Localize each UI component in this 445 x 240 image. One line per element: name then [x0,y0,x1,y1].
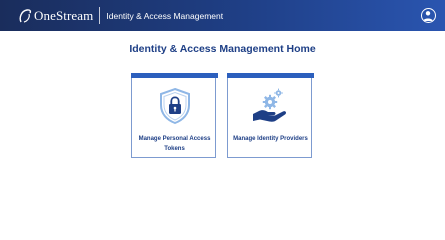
user-account-button[interactable] [421,8,436,23]
card-accent-bar [227,73,314,78]
app-title: Identity & Access Management [106,10,224,21]
page-title: Identity & Access Management Home [129,43,316,55]
brand-divider [99,7,101,24]
manage-personal-access-tokens-card[interactable]: Manage Personal Access Tokens [131,73,218,158]
hand-gears-icon [252,88,286,122]
card-accent-bar [131,73,218,78]
card-label: Manage Identity Providers [233,136,308,142]
card-label: Manage Personal Access Tokens [138,136,211,152]
brand: OneStream Identity & Access Management [18,0,223,31]
card-icon-wrap [228,87,313,125]
user-circle-icon [423,11,433,21]
brand-name: OneStream [34,7,94,23]
manage-identity-providers-card[interactable]: Manage Identity Providers [227,73,314,158]
onestream-logo-icon [19,8,32,23]
card-icon-wrap [132,87,217,125]
shield-lock-icon [159,87,190,125]
top-bar: OneStream Identity & Access Management [0,0,445,31]
